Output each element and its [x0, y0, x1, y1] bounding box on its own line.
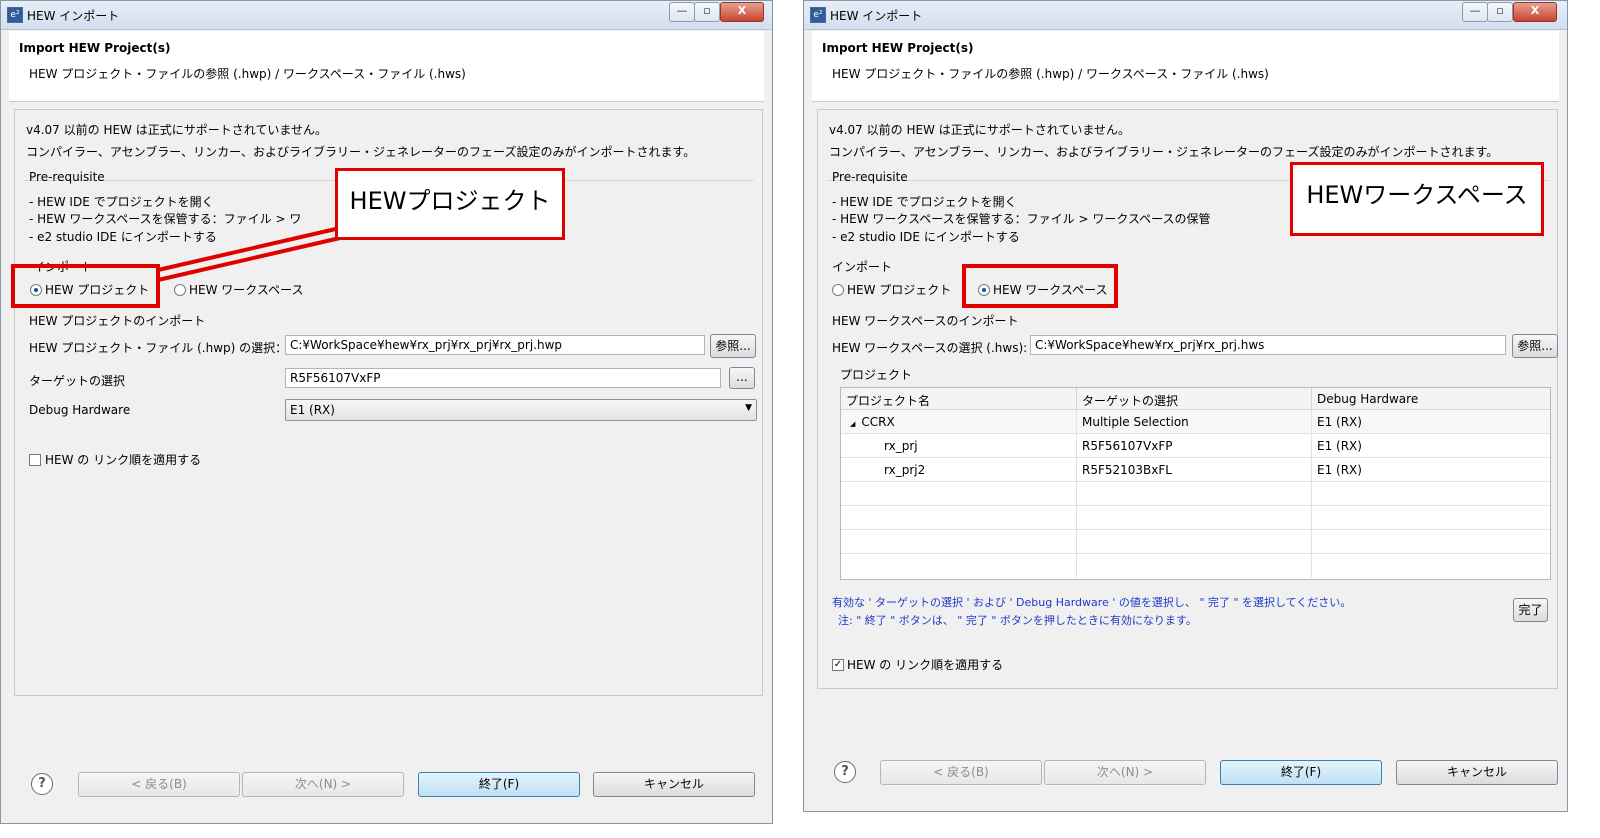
chevron-down-icon: ▼ — [745, 403, 752, 413]
column-header-project[interactable]: プロジェクト名 — [841, 388, 1077, 410]
next-button[interactable]: 次へ(N) > — [1044, 760, 1206, 785]
maximize-icon[interactable]: ▫ — [694, 2, 720, 22]
table-cell: rx_prj — [841, 434, 1077, 458]
info-line-1: v4.07 以前の HEW は正式にサポートされていません。 — [829, 123, 1131, 137]
table-cell: ◢ CCRX — [841, 410, 1077, 434]
radio-hew-project-label[interactable]: HEW プロジェクト — [847, 281, 951, 298]
table-row[interactable]: rx_prj2 R5F52103BxFL E1 (RX) — [841, 458, 1550, 482]
prereq-title: Pre-requisite — [29, 170, 105, 184]
app-icon: e² — [810, 7, 826, 23]
info-line-1: v4.07 以前の HEW は正式にサポートされていません。 — [26, 123, 328, 137]
table-row[interactable]: ◢ CCRX Multiple Selection E1 (RX) — [841, 410, 1550, 434]
info-line-2: コンパイラー、アセンブラー、リンカー、およびライブラリー・ジェネレーターのフェー… — [829, 145, 1499, 159]
back-button[interactable]: < 戻る(B) — [78, 772, 240, 797]
table-cell[interactable]: E1 (RX) — [1312, 458, 1550, 482]
table-empty-row — [841, 530, 1550, 554]
help-icon[interactable]: ? — [31, 773, 53, 795]
table-empty-row — [841, 506, 1550, 530]
callout-hew-workspace: HEWワークスペース — [1290, 162, 1544, 236]
window-title: HEW インポート — [27, 9, 120, 23]
prereq-item: - e2 studio IDE にインポートする — [832, 230, 1020, 244]
cancel-button[interactable]: キャンセル — [1396, 760, 1558, 785]
table-cell[interactable]: R5F56107VxFP — [1077, 434, 1312, 458]
minimize-icon[interactable]: — — [1462, 2, 1488, 22]
link-order-checkbox[interactable]: ✓ — [832, 659, 844, 671]
highlight-radio-workspace — [962, 264, 1118, 308]
prereq-item: - HEW IDE でプロジェクトを開く — [832, 195, 1017, 209]
note-line-1: 有効な ' ターゲットの選択 ' および ' Debug Hardware ' … — [832, 596, 1352, 609]
wizard-header: Import HEW Project(s) HEW プロジェクト・ファイルの参照… — [812, 31, 1559, 102]
header-title: Import HEW Project(s) — [19, 41, 171, 55]
highlight-radio-project — [11, 264, 160, 308]
file-label: HEW プロジェクト・ファイル (.hwp) の選択： — [29, 341, 288, 355]
cancel-button[interactable]: キャンセル — [593, 772, 755, 797]
table-cell[interactable]: E1 (RX) — [1312, 434, 1550, 458]
prereq-item: - e2 studio IDE にインポートする — [29, 230, 217, 244]
title-bar: e² HEW インポート — ▫ X — [804, 1, 1567, 30]
file-path-input[interactable]: C:¥WorkSpace¥hew¥rx_prj¥rx_prj¥rx_prj.hw… — [285, 335, 705, 355]
import-group-label: インポート — [832, 260, 893, 274]
next-button[interactable]: 次へ(N) > — [242, 772, 404, 797]
wizard-header: Import HEW Project(s) HEW プロジェクト・ファイルの参照… — [9, 31, 764, 102]
debug-hardware-value: E1 (RX) — [290, 403, 335, 417]
project-table: プロジェクト名 ターゲットの選択 Debug Hardware ◢ CCRX Mu… — [840, 387, 1551, 580]
header-title: Import HEW Project(s) — [822, 41, 974, 55]
prereq-item: - HEW IDE でプロジェクトを開く — [29, 195, 214, 209]
maximize-icon[interactable]: ▫ — [1487, 2, 1513, 22]
header-subtitle: HEW プロジェクト・ファイルの参照 (.hwp) / ワークスペース・ファイル… — [29, 67, 466, 81]
table-empty-row — [841, 554, 1550, 578]
link-order-label[interactable]: HEW の リンク順を適用する — [847, 656, 1003, 673]
table-empty-row — [841, 482, 1550, 506]
link-order-label[interactable]: HEW の リンク順を適用する — [45, 451, 201, 468]
window-title: HEW インポート — [830, 9, 923, 23]
prereq-item: - HEW ワークスペースを保管する：ファイル > ワ — [29, 212, 302, 226]
close-icon[interactable]: X — [1513, 2, 1557, 22]
header-subtitle: HEW プロジェクト・ファイルの参照 (.hwp) / ワークスペース・ファイル… — [832, 67, 1269, 81]
radio-hew-project[interactable] — [832, 284, 844, 296]
browse-button[interactable]: 参照... — [710, 334, 756, 358]
table-cell[interactable]: Multiple Selection — [1077, 410, 1312, 434]
table-row[interactable]: rx_prj R5F56107VxFP E1 (RX) — [841, 434, 1550, 458]
link-order-checkbox[interactable] — [29, 454, 41, 466]
note-line-2: 注: " 終了 " ボタンは、 " 完了 " ボタンを押したときに有効になります… — [838, 614, 1197, 627]
target-select-button[interactable]: ... — [729, 367, 755, 389]
section-title: HEW プロジェクトのインポート — [29, 314, 206, 328]
debug-hardware-select[interactable]: E1 (RX) ▼ — [285, 399, 757, 421]
left-dialog: e² HEW インポート — ▫ X Import HEW Project(s)… — [0, 0, 773, 824]
target-label: ターゲットの選択 — [29, 374, 126, 388]
file-path-input[interactable]: C:¥WorkSpace¥hew¥rx_prj¥rx_prj.hws — [1030, 335, 1506, 355]
app-icon: e² — [7, 7, 23, 23]
done-button[interactable]: 完了 — [1513, 598, 1548, 622]
radio-hew-workspace[interactable] — [174, 284, 186, 296]
table-cell: rx_prj2 — [841, 458, 1077, 482]
debug-label: Debug Hardware — [29, 403, 131, 417]
help-icon[interactable]: ? — [834, 761, 856, 783]
column-header-target[interactable]: ターゲットの選択 — [1077, 388, 1312, 410]
collapse-icon[interactable]: ◢ — [850, 420, 855, 428]
finish-button[interactable]: 終了(F) — [418, 772, 580, 797]
close-icon[interactable]: X — [720, 2, 764, 22]
project-group-label: プロジェクト — [840, 368, 913, 382]
table-cell[interactable]: R5F52103BxFL — [1077, 458, 1312, 482]
back-button[interactable]: < 戻る(B) — [880, 760, 1042, 785]
section-title: HEW ワークスペースのインポート — [832, 314, 1019, 328]
table-cell[interactable]: E1 (RX) — [1312, 410, 1550, 434]
info-line-2: コンパイラー、アセンブラー、リンカー、およびライブラリー・ジェネレーターのフェー… — [26, 145, 696, 159]
radio-hew-workspace-label[interactable]: HEW ワークスペース — [189, 281, 304, 298]
browse-button[interactable]: 参照... — [1512, 334, 1558, 358]
column-header-debug[interactable]: Debug Hardware — [1312, 388, 1550, 410]
callout-hew-project: HEWプロジェクト — [335, 168, 565, 240]
title-bar: e² HEW インポート — ▫ X — [1, 1, 772, 30]
prereq-item: - HEW ワークスペースを保管する：ファイル > ワークスペースの保管 — [832, 212, 1211, 226]
file-label: HEW ワークスペースの選択 (.hws): — [832, 341, 1028, 355]
right-dialog: e² HEW インポート — ▫ X Import HEW Project(s)… — [803, 0, 1568, 812]
minimize-icon[interactable]: — — [669, 2, 695, 22]
prereq-title: Pre-requisite — [832, 170, 908, 184]
target-input[interactable]: R5F56107VxFP — [285, 368, 721, 388]
finish-button[interactable]: 終了(F) — [1220, 760, 1382, 785]
